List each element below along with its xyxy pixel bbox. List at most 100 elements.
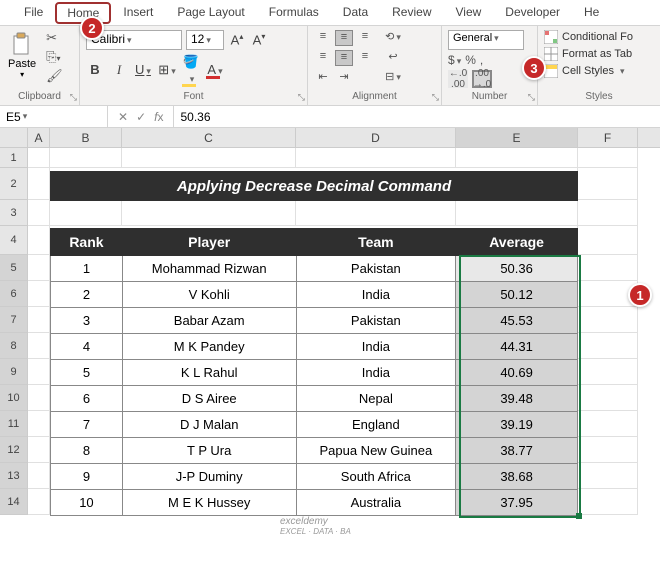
cell-team[interactable]: Australia	[296, 490, 456, 516]
cell-styles-button[interactable]: Cell Styles	[544, 64, 654, 78]
cell-player[interactable]: J-P Duminy	[122, 464, 296, 490]
currency-icon[interactable]: $	[448, 53, 461, 67]
font-color-icon[interactable]: A	[206, 62, 224, 77]
align-right-icon[interactable]: ≡	[356, 50, 374, 66]
row-header-7[interactable]: 7	[0, 307, 28, 333]
font-launcher-icon[interactable]: ⤡	[298, 92, 305, 103]
tab-data[interactable]: Data	[331, 1, 380, 25]
fill-color-icon[interactable]: 🪣	[182, 54, 200, 85]
copy-icon[interactable]: ⎘▾	[46, 49, 63, 65]
cell-avg[interactable]: 45.53	[456, 308, 578, 334]
cell-rank[interactable]: 6	[51, 386, 123, 412]
row-header-10[interactable]: 10	[0, 385, 28, 411]
cell-player[interactable]: D J Malan	[122, 412, 296, 438]
clipboard-launcher-icon[interactable]: ⤡	[70, 92, 77, 103]
decrease-decimal-button[interactable]: .00→.0	[472, 70, 492, 88]
row-header-12[interactable]: 12	[0, 437, 28, 463]
percent-icon[interactable]: %	[465, 53, 476, 67]
merge-center-icon[interactable]: ⊟	[384, 70, 402, 86]
cell-avg[interactable]: 39.48	[456, 386, 578, 412]
row-header-11[interactable]: 11	[0, 411, 28, 437]
cell-avg[interactable]: 50.12	[456, 282, 578, 308]
cell-team[interactable]: India	[296, 334, 456, 360]
cell-avg[interactable]: 37.95	[456, 490, 578, 516]
cell-rank[interactable]: 1	[51, 256, 123, 282]
cut-icon[interactable]: ✂	[46, 30, 63, 46]
cell-avg[interactable]: 38.68	[456, 464, 578, 490]
cell-rank[interactable]: 5	[51, 360, 123, 386]
font-size-select[interactable]: 12	[186, 30, 224, 50]
row-header-6[interactable]: 6	[0, 281, 28, 307]
row-header-8[interactable]: 8	[0, 333, 28, 359]
wrap-text-icon[interactable]: ↩	[384, 50, 402, 66]
cell-player[interactable]: T P Ura	[122, 438, 296, 464]
col-header-B[interactable]: B	[50, 128, 122, 147]
tab-formulas[interactable]: Formulas	[257, 1, 331, 25]
row-header-9[interactable]: 9	[0, 359, 28, 385]
row-header-3[interactable]: 3	[0, 200, 28, 226]
align-center-icon[interactable]: ≡	[335, 50, 353, 66]
paste-button[interactable]: Paste ▾	[6, 30, 38, 81]
cell-rank[interactable]: 7	[51, 412, 123, 438]
cell-team[interactable]: India	[296, 282, 456, 308]
align-middle-icon[interactable]: ≡	[335, 30, 353, 46]
row-header-4[interactable]: 4	[0, 226, 28, 255]
row-header-13[interactable]: 13	[0, 463, 28, 489]
orientation-icon[interactable]: ⟲	[384, 30, 402, 46]
cell-team[interactable]: Papua New Guinea	[296, 438, 456, 464]
tab-page-layout[interactable]: Page Layout	[165, 1, 256, 25]
row-header-5[interactable]: 5	[0, 255, 28, 281]
cell-rank[interactable]: 10	[51, 490, 123, 516]
cell-team[interactable]: Nepal	[296, 386, 456, 412]
header-rank[interactable]: Rank	[51, 229, 123, 256]
decrease-indent-icon[interactable]: ⇤	[314, 70, 332, 86]
col-header-C[interactable]: C	[122, 128, 296, 147]
tab-file[interactable]: File	[12, 1, 55, 25]
cell-rank[interactable]: 9	[51, 464, 123, 490]
tab-review[interactable]: Review	[380, 1, 443, 25]
cell-player[interactable]: Babar Azam	[122, 308, 296, 334]
increase-decimal-button[interactable]: ←.0.00	[448, 70, 468, 88]
format-painter-icon[interactable]: 🖌	[46, 68, 63, 84]
cell-rank[interactable]: 2	[51, 282, 123, 308]
italic-button[interactable]: I	[110, 62, 128, 78]
tab-help[interactable]: He	[572, 1, 611, 25]
row-header-2[interactable]: 2	[0, 168, 28, 200]
cell-player[interactable]: V Kohli	[122, 282, 296, 308]
cell-player[interactable]: D S Airee	[122, 386, 296, 412]
cell-player[interactable]: M K Pandey	[122, 334, 296, 360]
name-box[interactable]: E5	[0, 106, 108, 127]
header-team[interactable]: Team	[296, 229, 456, 256]
header-player[interactable]: Player	[122, 229, 296, 256]
align-bottom-icon[interactable]: ≡	[356, 30, 374, 46]
increase-indent-icon[interactable]: ⇥	[335, 70, 353, 86]
tab-developer[interactable]: Developer	[493, 1, 572, 25]
row-header-14[interactable]: 14	[0, 489, 28, 515]
borders-icon[interactable]: ⊞	[158, 62, 176, 78]
tab-view[interactable]: View	[444, 1, 494, 25]
cell-avg[interactable]: 44.31	[456, 334, 578, 360]
cell-avg[interactable]: 50.36	[456, 256, 578, 282]
cell-player[interactable]: M E K Hussey	[122, 490, 296, 516]
cell-avg[interactable]: 38.77	[456, 438, 578, 464]
underline-button[interactable]: U	[134, 62, 152, 77]
cell-rank[interactable]: 3	[51, 308, 123, 334]
bold-button[interactable]: B	[86, 62, 104, 77]
align-left-icon[interactable]: ≡	[314, 50, 332, 66]
alignment-launcher-icon[interactable]: ⤡	[432, 92, 439, 103]
cancel-formula-icon[interactable]: ✕	[118, 110, 128, 124]
cell-avg[interactable]: 39.19	[456, 412, 578, 438]
align-top-icon[interactable]: ≡	[314, 30, 332, 46]
number-format-select[interactable]: General	[448, 30, 524, 50]
cell-rank[interactable]: 8	[51, 438, 123, 464]
conditional-formatting-button[interactable]: Conditional Fo	[544, 30, 654, 44]
row-header-1[interactable]: 1	[0, 148, 28, 168]
tab-insert[interactable]: Insert	[111, 1, 165, 25]
cell-avg[interactable]: 40.69	[456, 360, 578, 386]
formula-input[interactable]: 50.36	[174, 106, 660, 127]
col-header-D[interactable]: D	[296, 128, 456, 147]
col-header-E[interactable]: E	[456, 128, 578, 147]
enter-formula-icon[interactable]: ✓	[136, 110, 146, 124]
cell-team[interactable]: England	[296, 412, 456, 438]
header-average[interactable]: Average	[456, 229, 578, 256]
